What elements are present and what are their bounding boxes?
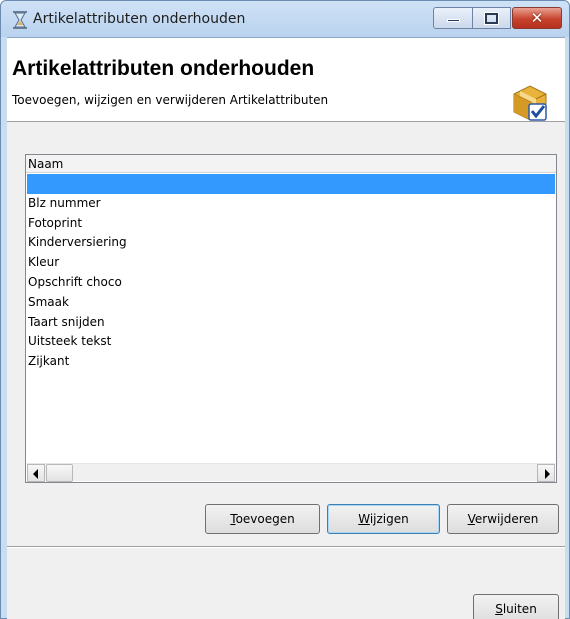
close-button[interactable]: Sluiten: [473, 594, 559, 619]
list-item[interactable]: Kleur: [27, 253, 555, 273]
delete-button[interactable]: Verwijderen: [447, 504, 559, 534]
arrow-left-icon: [33, 469, 38, 479]
close-button-mnemonic: S: [495, 602, 503, 616]
list-item[interactable]: Uitsteek tekst: [27, 332, 555, 352]
arrow-right-icon: [545, 469, 550, 479]
header-panel: Artikelattributen onderhouden Toevoegen,…: [7, 38, 565, 122]
dialog-client-area: Artikelattributen onderhouden Toevoegen,…: [7, 37, 565, 619]
maximize-icon: [485, 13, 498, 24]
title-bar[interactable]: Artikelattributen onderhouden ✕: [1, 1, 569, 37]
minimize-icon: [447, 19, 460, 22]
edit-button-label: ijzigen: [369, 512, 409, 526]
delete-button-label: erwijderen: [474, 512, 539, 526]
add-button[interactable]: Toevoegen: [205, 504, 320, 534]
list-item[interactable]: Kinderversiering: [27, 233, 555, 253]
close-window-button[interactable]: ✕: [512, 7, 562, 29]
hourglass-icon: [13, 11, 27, 29]
maximize-button[interactable]: [473, 7, 511, 29]
attributes-listview[interactable]: Naam Blz nummer Fotoprint Kinderversiering…: [25, 154, 557, 483]
horizontal-scrollbar[interactable]: [27, 463, 555, 482]
page-subtitle: Toevoegen, wijzigen en verwijderen Artik…: [12, 93, 329, 107]
edit-button-mnemonic: W: [358, 512, 370, 526]
page-title: Artikelattributen onderhouden: [12, 57, 315, 80]
scroll-thumb[interactable]: [46, 464, 73, 482]
delete-button-mnemonic: V: [467, 512, 475, 526]
scroll-left-button[interactable]: [27, 464, 45, 482]
list-rows: Blz nummer Fotoprint Kinderversiering Kleur…: [27, 174, 555, 372]
close-button-label: luiten: [502, 602, 537, 616]
separator: [7, 546, 565, 548]
list-item[interactable]: Fotoprint: [27, 214, 555, 234]
list-item[interactable]: Taart snijden: [27, 313, 555, 333]
list-item[interactable]: [27, 174, 555, 194]
list-item[interactable]: Smaak: [27, 293, 555, 313]
dialog-window: Artikelattributen onderhouden ✕ Artikela…: [0, 0, 570, 619]
scroll-right-button[interactable]: [537, 464, 555, 482]
list-item[interactable]: Blz nummer: [27, 194, 555, 214]
package-check-icon: [513, 85, 547, 121]
window-title: Artikelattributen onderhouden: [33, 11, 246, 27]
close-icon: ✕: [530, 9, 544, 27]
list-item[interactable]: Opschrift choco: [27, 273, 555, 293]
column-header-naam[interactable]: Naam: [26, 155, 556, 173]
list-item[interactable]: Zijkant: [27, 352, 555, 372]
minimize-button[interactable]: [433, 7, 473, 29]
add-button-label: oevoegen: [235, 512, 295, 526]
edit-button[interactable]: Wijzigen: [327, 504, 440, 534]
